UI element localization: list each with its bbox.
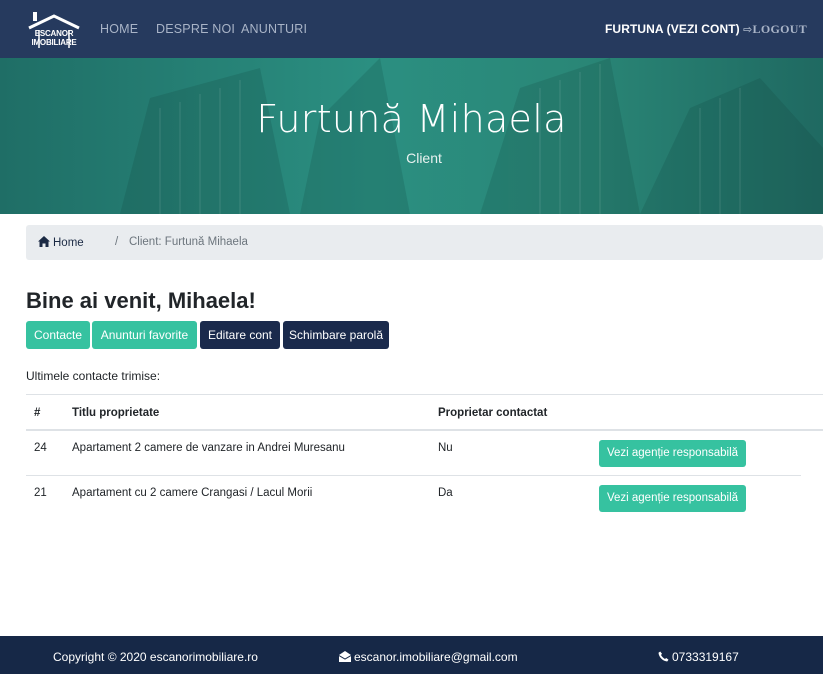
client-role: Client xyxy=(406,150,442,166)
logo-line-2: IMOBILIARE xyxy=(31,38,77,47)
footer-phone[interactable]: 0733319167 xyxy=(658,650,739,664)
row-contacted: Da xyxy=(438,487,453,499)
logo-line-1: ESCANOR xyxy=(34,29,74,38)
view-agency-button[interactable]: Vezi agenție responsabilă xyxy=(599,440,746,467)
column-header-title: Titlu proprietate xyxy=(72,407,160,419)
footer-email-text: escanor.imobiliare@gmail.com xyxy=(354,650,518,664)
column-header-contacted: Proprietar contactat xyxy=(438,407,548,419)
breadcrumb-home[interactable]: Home xyxy=(38,236,84,249)
table-row: 21 Apartament cu 2 camere Crangasi / Lac… xyxy=(26,476,801,521)
footer-copyright: Copyright © 2020 escanorimobiliare.ro xyxy=(53,650,258,664)
editare-cont-button[interactable]: Editare cont xyxy=(200,321,280,349)
footer: Copyright © 2020 escanorimobiliare.ro es… xyxy=(0,636,823,674)
contacte-button[interactable]: Contacte xyxy=(26,321,90,349)
logout-link[interactable]: ⇨LOGOUT xyxy=(743,22,807,37)
nav-anunturi[interactable]: ANUNTURI xyxy=(241,22,307,36)
logo[interactable]: ESCANOR IMOBILIARE xyxy=(25,12,83,48)
row-contacted: Nu xyxy=(438,442,453,454)
row-title: Apartament cu 2 camere Crangasi / Lacul … xyxy=(72,487,313,499)
breadcrumb-current: Client: Furtună Mihaela xyxy=(129,236,248,248)
nav-despre-noi[interactable]: DESPRE NOI xyxy=(156,22,235,36)
column-header-id: # xyxy=(34,407,41,419)
home-icon xyxy=(38,236,50,247)
envelope-open-icon xyxy=(339,651,351,662)
navbar: ESCANOR IMOBILIARE HOME DESPRE NOI ANUNT… xyxy=(0,0,823,58)
row-id: 24 xyxy=(34,442,47,454)
last-contacts-label: Ultimele contacte trimise: xyxy=(26,369,161,383)
client-name-heading: Furtună Mihaela xyxy=(256,97,567,141)
table-row: 24 Apartament 2 camere de vanzare in And… xyxy=(26,431,801,476)
nav-home[interactable]: HOME xyxy=(100,22,138,36)
hero-banner: Furtună Mihaela Client xyxy=(0,58,823,214)
row-title: Apartament 2 camere de vanzare in Andrei… xyxy=(72,442,345,454)
footer-phone-text: 0733319167 xyxy=(672,650,739,664)
schimbare-parola-button[interactable]: Schimbare parolă xyxy=(283,321,389,349)
logout-label: LOGOUT xyxy=(752,22,808,36)
breadcrumb: Home / Client: Furtună Mihaela xyxy=(26,225,823,260)
view-agency-button[interactable]: Vezi agenție responsabilă xyxy=(599,485,746,512)
breadcrumb-separator: / xyxy=(115,236,119,248)
anunturi-favorite-button[interactable]: Anunturi favorite xyxy=(92,321,197,349)
sign-out-icon: ⇨ xyxy=(743,23,753,36)
logo-text: ESCANOR IMOBILIARE xyxy=(25,29,83,47)
row-id: 21 xyxy=(34,487,47,499)
footer-email[interactable]: escanor.imobiliare@gmail.com xyxy=(339,650,518,664)
table-header: # Titlu proprietate Proprietar contactat xyxy=(26,394,823,431)
nav-account[interactable]: FURTUNA (VEZI CONT) xyxy=(605,22,740,36)
phone-icon xyxy=(658,651,669,662)
welcome-heading: Bine ai venit, Mihaela! xyxy=(26,288,256,313)
breadcrumb-home-label: Home xyxy=(53,237,84,249)
